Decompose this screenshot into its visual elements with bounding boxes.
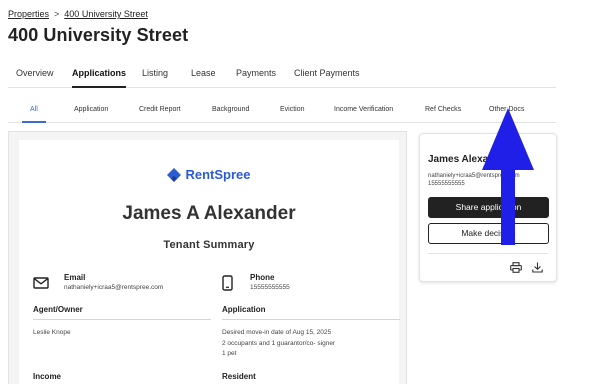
tab-overview[interactable]: Overview bbox=[16, 60, 54, 88]
report-preview-panel[interactable]: RentSpree James A Alexander Tenant Summa… bbox=[8, 131, 407, 384]
tab-payments[interactable]: Payments bbox=[236, 60, 276, 88]
application-line-pets: 1 pet bbox=[222, 350, 237, 357]
income-heading: Income bbox=[33, 372, 211, 384]
document-tabs: All Application Credit Report Background… bbox=[8, 96, 556, 123]
logo-text: RentSpree bbox=[185, 167, 251, 182]
application-details: Desired move-in date of Aug 15, 2025 2 o… bbox=[222, 328, 335, 360]
subtab-credit-report[interactable]: Credit Report bbox=[139, 96, 181, 123]
mail-icon bbox=[33, 277, 49, 289]
phone-value: 15555555555 bbox=[250, 284, 290, 291]
agent-owner-value: Leslie Knope bbox=[33, 329, 71, 336]
application-line-movein: Desired move-in date of Aug 15, 2025 bbox=[222, 329, 332, 336]
tab-applications[interactable]: Applications bbox=[72, 60, 127, 88]
subtab-ref-checks[interactable]: Ref Checks bbox=[425, 96, 461, 123]
subtab-application[interactable]: Application bbox=[74, 96, 108, 123]
download-icon[interactable] bbox=[532, 262, 543, 273]
tab-client-payments[interactable]: Client Payments bbox=[294, 60, 360, 88]
email-label: Email bbox=[64, 273, 86, 282]
rentspree-logo: RentSpree bbox=[19, 167, 399, 182]
breadcrumb-properties-link[interactable]: Properties bbox=[8, 9, 49, 19]
applicant-card-phone: 15555555555 bbox=[428, 181, 465, 187]
application-heading: Application bbox=[222, 305, 400, 320]
tab-lease[interactable]: Lease bbox=[191, 60, 216, 88]
page-title: 400 University Street bbox=[8, 25, 189, 45]
subtab-all[interactable]: All bbox=[22, 96, 46, 123]
tab-listing[interactable]: Listing bbox=[142, 60, 168, 88]
application-line-occupants: 2 occupants and 1 guarantor/co- signer bbox=[222, 339, 336, 347]
phone-label: Phone bbox=[250, 273, 275, 282]
subtab-background[interactable]: Background bbox=[212, 96, 249, 123]
main-tabs: Overview Applications Listing Lease Paym… bbox=[8, 60, 556, 88]
phone-block: Phone 15555555555 bbox=[250, 273, 290, 291]
breadcrumb: Properties > 400 University Street bbox=[8, 9, 148, 19]
agent-owner-heading: Agent/Owner bbox=[33, 305, 211, 320]
resident-heading: Resident bbox=[222, 372, 400, 384]
applicant-name: James A Alexander bbox=[122, 203, 296, 224]
subtab-income-verification[interactable]: Income Verification bbox=[334, 96, 393, 123]
chevron-right-icon: > bbox=[54, 9, 60, 19]
summary-title: Tenant Summary bbox=[163, 239, 255, 251]
tenant-summary-document: RentSpree James A Alexander Tenant Summa… bbox=[19, 140, 400, 384]
breadcrumb-property-link[interactable]: 400 University Street bbox=[64, 9, 148, 19]
rentspree-logo-icon bbox=[167, 167, 182, 182]
up-arrow-annotation bbox=[482, 108, 534, 245]
subtab-eviction[interactable]: Eviction bbox=[280, 96, 305, 123]
card-divider bbox=[428, 253, 548, 254]
phone-icon bbox=[222, 275, 233, 291]
printer-icon[interactable] bbox=[510, 262, 522, 273]
email-block: Email nathaniely+icraa5@rentspree.com bbox=[64, 273, 163, 291]
email-value: nathaniely+icraa5@rentspree.com bbox=[64, 284, 164, 291]
